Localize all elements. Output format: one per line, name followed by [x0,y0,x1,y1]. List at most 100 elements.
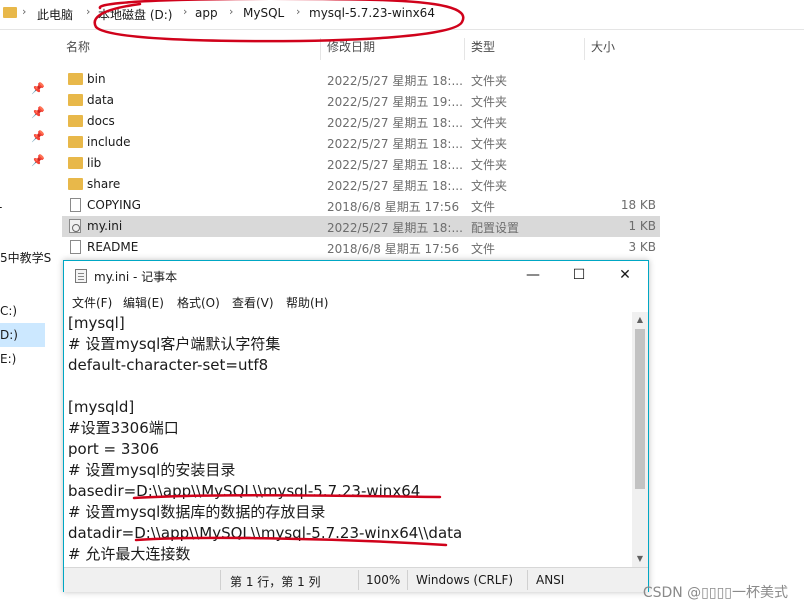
breadcrumb-this-pc[interactable]: 此电脑 [37,6,73,23]
file-name: my.ini [87,219,123,233]
breadcrumb-drive-d[interactable]: 本地磁盘 (D:) [98,6,172,23]
folder-icon [68,157,83,169]
file-date: 2022/5/27 星期五 19:... [327,95,463,109]
text-line: # 允许最大连接数 [68,545,191,563]
folder-icon [68,115,83,127]
file-name: share [87,177,121,191]
column-header-size[interactable]: 大小 [591,38,615,60]
vertical-scrollbar[interactable]: ▲ ▼ [632,312,648,567]
text-line: default-character-set=utf8 [68,356,269,374]
folder-icon [68,94,83,106]
status-divider [358,570,359,590]
folder-icon [68,73,83,85]
file-date: 2018/6/8 星期五 17:56 [327,242,460,256]
notepad-menubar: 文件(F) 编辑(E) 格式(O) 查看(V) 帮助(H) [64,291,648,312]
menu-file[interactable]: 文件(F) [72,294,112,311]
file-size: 18 KB [620,198,656,212]
file-icon [70,198,81,212]
sidebar-item-drive-d[interactable]: D:) [0,328,18,342]
close-button[interactable]: ✕ [602,261,648,291]
menu-help[interactable]: 帮助(H) [286,294,328,311]
status-divider [220,570,221,590]
file-type: 文件夹 [471,137,508,151]
file-row-share[interactable]: share 2022/5/27 星期五 18:... 文件夹 [62,174,660,195]
minimize-button[interactable]: — [510,261,556,291]
notepad-text-area[interactable]: [mysql] # 设置mysql客户端默认字符集 default-characte… [64,312,634,567]
file-date: 2022/5/27 星期五 18:... [327,137,463,151]
text-line: [mysql] [68,314,125,332]
file-icon [70,240,81,254]
file-row-docs[interactable]: docs 2022/5/27 星期五 18:... 文件夹 [62,111,660,132]
menu-edit[interactable]: 编辑(E) [123,294,164,311]
pin-icon[interactable]: 📌 [31,106,45,119]
file-date: 2022/5/27 星期五 18:... [327,221,463,235]
column-divider[interactable] [464,38,465,60]
file-row-readme[interactable]: README 2018/6/8 星期五 17:56 文件 3 KB [62,237,660,258]
text-line: port = 3306 [68,440,160,458]
column-divider[interactable] [320,38,321,60]
watermark: CSDN @▯▯▯▯一杯美式 [642,585,788,601]
file-type: 配置设置 [471,221,520,235]
text-line: basedir=D:\\app\\MySQL\\mysql-5.7.23-win… [68,482,421,500]
breadcrumb-mysql-folder[interactable]: mysql-5.7.23-winx64 [309,6,435,20]
file-date: 2022/5/27 星期五 18:... [327,158,463,172]
chevron-right-icon: › [22,5,27,18]
pin-icon[interactable]: 📌 [31,154,45,167]
file-name: include [87,135,131,149]
text-line: [mysqld] [68,398,135,416]
breadcrumb-mysql[interactable]: MySQL [243,6,284,20]
notepad-title: my.ini - 记事本 [94,270,178,284]
file-row-my-ini[interactable]: my.ini 2022/5/27 星期五 18:... 配置设置 1 KB [62,216,660,237]
status-encoding: ANSI [536,573,565,587]
scrollbar-thumb[interactable] [635,329,645,489]
text-line: # 设置mysql的安装目录 [68,461,236,479]
chevron-right-icon: › [296,5,301,18]
file-row-data[interactable]: data 2022/5/27 星期五 19:... 文件夹 [62,90,660,111]
folder-icon [68,178,83,190]
column-header-date[interactable]: 修改日期 [327,38,375,60]
file-row-copying[interactable]: COPYING 2018/6/8 星期五 17:56 文件 18 KB [62,195,660,216]
file-name: docs [87,114,115,128]
text-line: # 设置mysql客户端默认字符集 [68,335,281,353]
notepad-titlebar[interactable]: my.ini - 记事本 — ☐ ✕ [64,261,648,291]
pin-icon[interactable]: 📌 [31,130,45,143]
file-type: 文件 [471,200,496,214]
scroll-up-icon[interactable]: ▲ [632,312,648,328]
file-row-lib[interactable]: lib 2022/5/27 星期五 18:... 文件夹 [62,153,660,174]
menu-view[interactable]: 查看(V) [232,294,274,311]
sidebar-item-drive-c[interactable]: C:) [0,304,17,318]
status-divider [527,570,528,590]
file-date: 2022/5/27 星期五 18:... [327,116,463,130]
column-header-type[interactable]: 类型 [471,38,495,60]
address-bar[interactable]: › 此电脑 › 本地磁盘 (D:) › app › MySQL › mysql-… [0,0,804,30]
status-line-ending: Windows (CRLF) [416,573,514,587]
file-type: 文件夹 [471,158,508,172]
file-type: 文件夹 [471,74,508,88]
column-divider[interactable] [584,38,585,60]
notepad-statusbar: 第 1 行，第 1 列 100% Windows (CRLF) ANSI [64,567,648,592]
file-type: 文件夹 [471,95,508,109]
text-line: # 设置mysql数据库的数据的存放目录 [68,503,326,521]
file-date: 2018/6/8 星期五 17:56 [327,200,460,214]
maximize-button[interactable]: ☐ [556,261,602,291]
notepad-icon [75,269,87,283]
breadcrumb-app[interactable]: app [195,6,218,20]
file-row-bin[interactable]: bin 2022/5/27 星期五 18:... 文件夹 [62,69,660,90]
column-header-name[interactable]: 名称 [66,38,90,60]
file-name: lib [87,156,102,170]
notepad-window: my.ini - 记事本 — ☐ ✕ 文件(F) 编辑(E) 格式(O) 查看(… [63,260,649,592]
file-type: 文件夹 [471,179,508,193]
settings-file-icon [69,219,81,233]
sidebar-item-drive-e[interactable]: E:) [0,352,16,366]
file-name: COPYING [87,198,141,212]
file-size: 3 KB [628,240,656,254]
sidebar-item-folder[interactable]: 5中教学S [0,249,51,266]
folder-icon [68,136,83,148]
folder-icon [3,7,17,18]
scroll-down-icon[interactable]: ▼ [632,551,648,567]
menu-format[interactable]: 格式(O) [177,294,220,311]
pin-icon[interactable]: 📌 [31,82,45,95]
file-type: 文件 [471,242,496,256]
file-row-include[interactable]: include 2022/5/27 星期五 18:... 文件夹 [62,132,660,153]
sidebar-divider-mark: - [0,200,2,214]
